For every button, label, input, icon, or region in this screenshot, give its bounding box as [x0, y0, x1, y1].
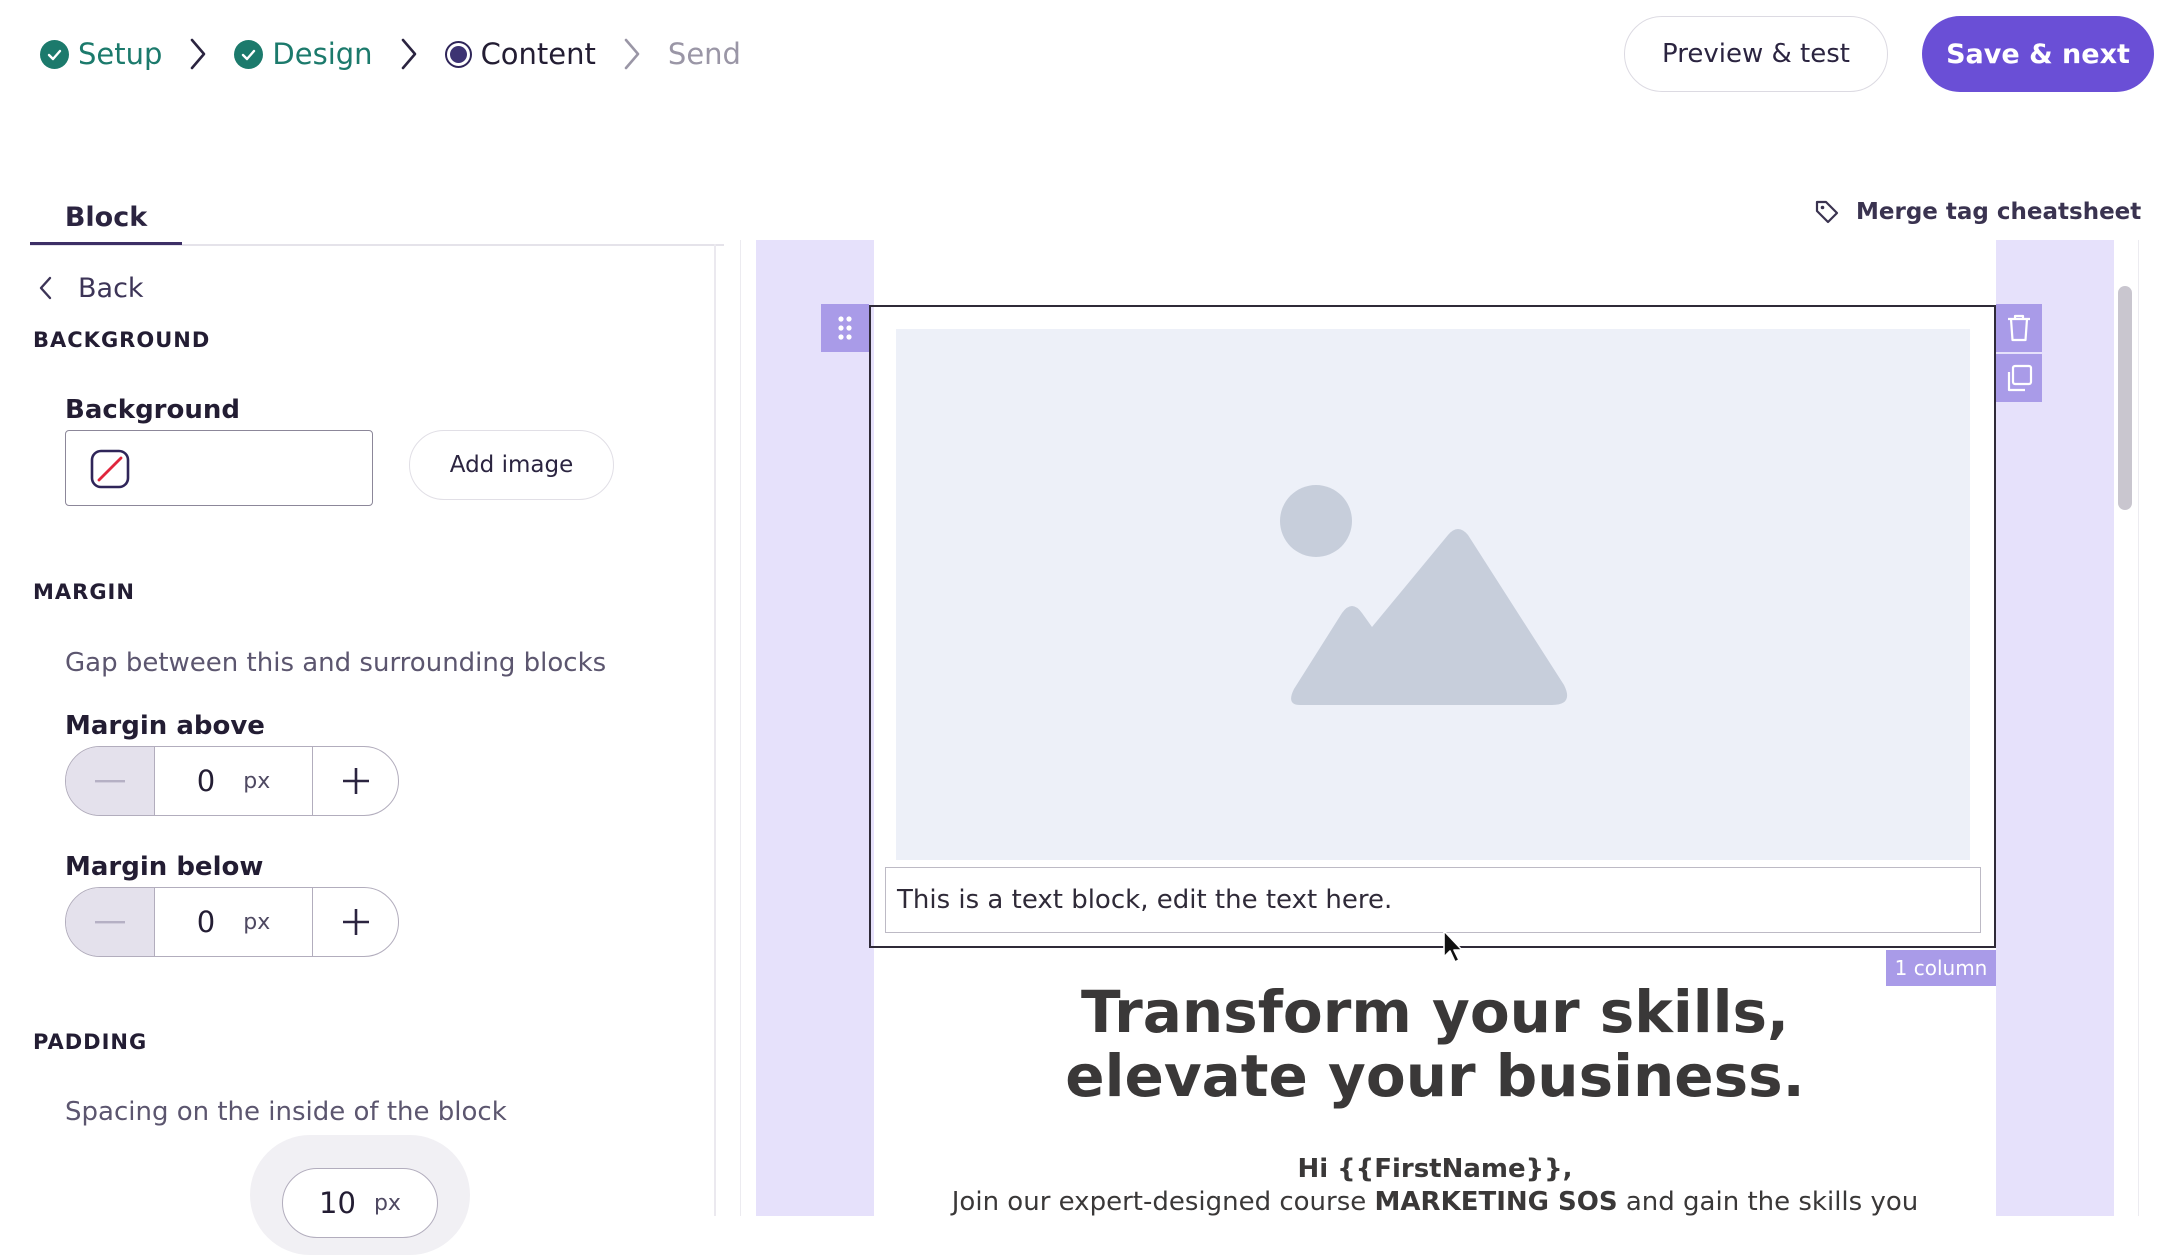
- headline-line-1: Transform your skills,: [1080, 978, 1790, 1046]
- preview-test-button[interactable]: Preview & test: [1624, 16, 1888, 92]
- tab-block[interactable]: Block: [30, 190, 182, 244]
- margin-below-input[interactable]: 0 px: [155, 888, 312, 956]
- merge-tag-label: Merge tag cheatsheet: [1856, 199, 2142, 225]
- decrement-button[interactable]: [66, 888, 155, 956]
- panel-divider: [714, 244, 716, 1216]
- no-color-icon: [90, 449, 130, 489]
- step-label: Content: [480, 37, 596, 71]
- headline-line-2: elevate your business.: [1065, 1042, 1805, 1110]
- back-button[interactable]: Back: [36, 268, 144, 308]
- step-setup[interactable]: Setup: [40, 37, 162, 71]
- margin-above-input[interactable]: 0 px: [155, 747, 312, 815]
- chevron-right-icon: [184, 30, 212, 78]
- text-block[interactable]: This is a text block, edit the text here…: [885, 867, 1981, 933]
- body-text-bold: MARKETING SOS: [1374, 1187, 1618, 1217]
- check-icon: [40, 39, 69, 69]
- step-content[interactable]: Content: [444, 37, 596, 71]
- duplicate-icon[interactable]: [1996, 354, 2042, 402]
- padding-section-title: PADDING: [33, 1030, 148, 1054]
- step-label: Design: [272, 37, 373, 71]
- margin-below-value: 0: [196, 905, 216, 939]
- canvas-edge: [2138, 240, 2139, 1216]
- chevron-right-icon: [395, 30, 423, 78]
- margin-above-stepper: 0 px: [65, 746, 399, 816]
- current-step-icon: [444, 40, 472, 68]
- step-send[interactable]: Send: [668, 37, 741, 71]
- margin-hint: Gap between this and surrounding blocks: [65, 648, 607, 678]
- body-text-post: and gain the skills you: [1617, 1187, 1919, 1217]
- chevron-left-icon: [36, 274, 56, 302]
- background-color-field[interactable]: [65, 430, 373, 506]
- add-image-button[interactable]: Add image: [409, 430, 614, 500]
- email-headline[interactable]: Transform your skills, elevate your busi…: [874, 980, 1996, 1108]
- chevron-right-icon: [618, 30, 646, 78]
- unit-label: px: [373, 1190, 401, 1216]
- canvas-edge: [740, 240, 741, 1216]
- merge-tag-cheatsheet-link[interactable]: Merge tag cheatsheet: [1814, 192, 2141, 232]
- canvas-scrollbar[interactable]: [2118, 286, 2132, 510]
- margin-below-label: Margin below: [65, 852, 264, 882]
- step-label: Setup: [78, 37, 163, 71]
- check-icon: [234, 39, 264, 69]
- progress-steps: Setup Design Content Send: [40, 30, 741, 78]
- selected-block-outline: [869, 305, 1996, 948]
- mouse-cursor-icon: [1443, 930, 1463, 963]
- unit-label: px: [243, 768, 271, 794]
- trash-icon[interactable]: [1996, 304, 2042, 352]
- step-design[interactable]: Design: [234, 37, 373, 71]
- increment-button[interactable]: [312, 747, 398, 815]
- margin-above-value: 0: [196, 764, 216, 798]
- padding-value: 10: [319, 1186, 356, 1220]
- padding-input[interactable]: 10 px: [282, 1168, 438, 1238]
- back-label: Back: [78, 272, 144, 304]
- background-label: Background: [65, 395, 240, 425]
- email-greeting[interactable]: Hi {{FirstName}},: [874, 1154, 1996, 1184]
- decrement-button[interactable]: [66, 747, 155, 815]
- email-body-text[interactable]: Join our expert-designed course MARKETIN…: [874, 1187, 1996, 1217]
- body-text-pre: Join our expert-designed course: [951, 1187, 1375, 1217]
- tag-icon: [1814, 199, 1840, 225]
- drag-handle-icon[interactable]: [821, 304, 869, 352]
- margin-below-stepper: 0 px: [65, 887, 399, 957]
- unit-label: px: [243, 909, 271, 935]
- padding-hint: Spacing on the inside of the block: [65, 1097, 507, 1127]
- increment-button[interactable]: [312, 888, 398, 956]
- save-next-button[interactable]: Save & next: [1922, 16, 2154, 92]
- margin-above-label: Margin above: [65, 711, 265, 741]
- active-tab-indicator: [30, 242, 182, 245]
- margin-section-title: MARGIN: [33, 580, 135, 604]
- background-section-title: BACKGROUND: [33, 328, 211, 352]
- step-label: Send: [667, 37, 741, 71]
